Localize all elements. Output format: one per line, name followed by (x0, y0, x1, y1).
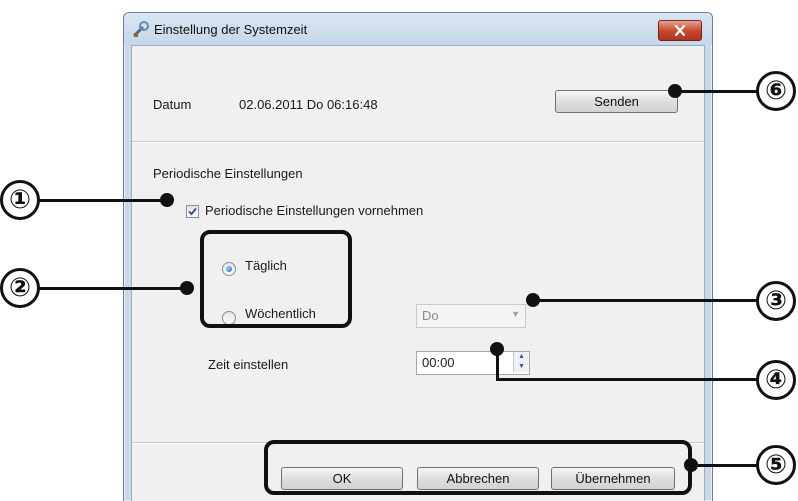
callout-dot (160, 193, 174, 207)
callout-line (690, 464, 758, 467)
callout-2: ② (0, 268, 40, 308)
close-icon (674, 25, 686, 36)
send-button[interactable]: Senden (555, 90, 678, 113)
callout-box-radio-group (200, 230, 352, 328)
callout-dot (180, 281, 194, 295)
periodic-checkbox[interactable] (186, 205, 199, 218)
close-button[interactable] (658, 20, 702, 41)
callout-line (38, 199, 168, 202)
checkmark-icon (188, 207, 197, 216)
date-value: 02.06.2011 Do 06:16:48 (239, 97, 378, 112)
time-spinner-value: 00:00 (422, 355, 455, 370)
callout-1: ① (0, 180, 40, 220)
periodic-checkbox-label: Periodische Einstellungen vornehmen (205, 203, 424, 218)
callout-dot (684, 458, 698, 472)
spinner-arrows-icon[interactable]: ▲ ▼ (513, 352, 529, 372)
callout-3: ③ (756, 281, 796, 321)
divider (132, 141, 704, 143)
periodic-section-label: Periodische Einstellungen (153, 166, 303, 181)
callout-4: ④ (756, 360, 796, 400)
callout-5: ⑤ (756, 445, 796, 485)
wrench-icon (133, 21, 149, 37)
callout-line (676, 90, 758, 93)
weekday-select[interactable]: Do ▼ (416, 304, 526, 328)
callout-6: ⑥ (756, 71, 796, 111)
callout-line (496, 378, 758, 381)
time-label: Zeit einstellen (208, 357, 289, 372)
callout-dot (668, 84, 682, 98)
callout-dot (526, 293, 540, 307)
callout-box-buttons (264, 440, 692, 495)
callout-line (530, 299, 758, 302)
title-bar[interactable]: Einstellung der Systemzeit (124, 13, 712, 45)
weekday-select-value: Do (422, 308, 439, 323)
time-spinner[interactable]: 00:00 ▲ ▼ (416, 351, 530, 375)
callout-line (38, 287, 188, 290)
window-title: Einstellung der Systemzeit (154, 22, 308, 37)
callout-dot (490, 342, 504, 356)
chevron-down-icon: ▼ (511, 309, 520, 319)
date-label: Datum (153, 97, 192, 112)
